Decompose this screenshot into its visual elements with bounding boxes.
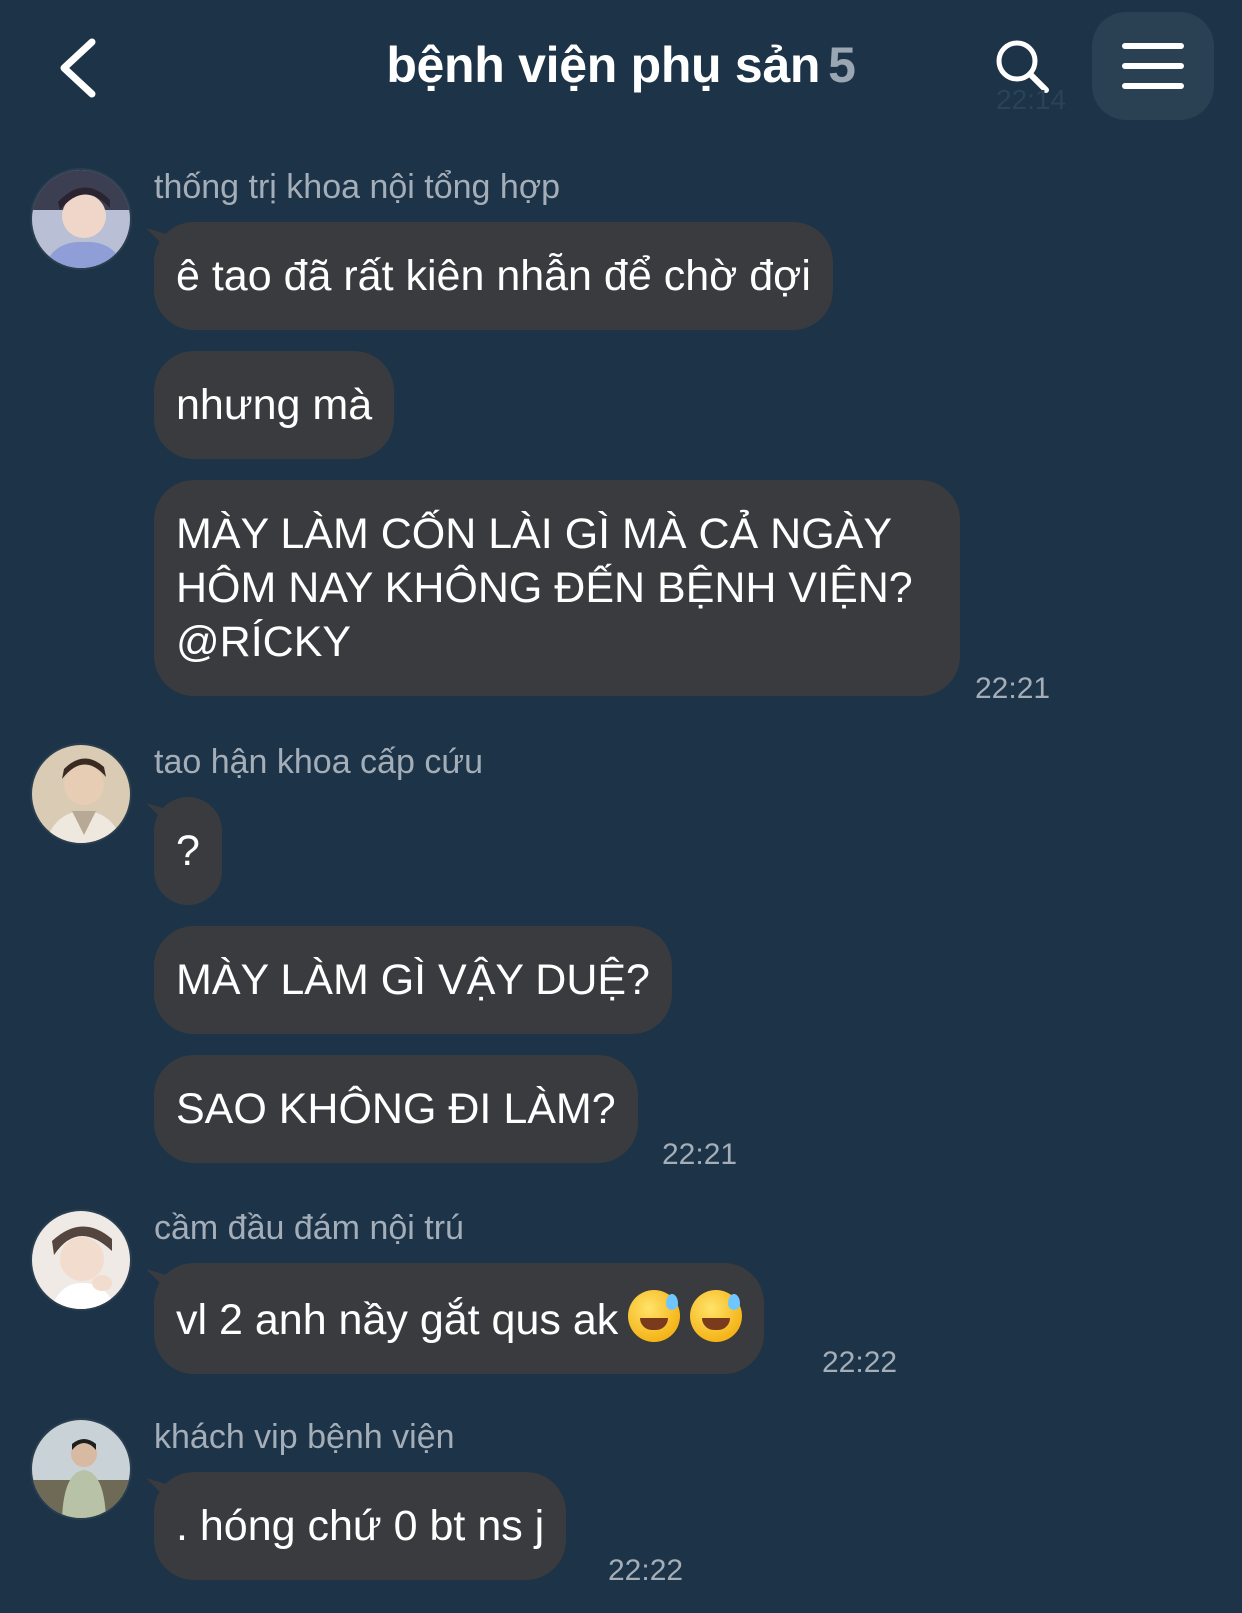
message-timestamp: 22:21	[662, 1138, 738, 1171]
sweat-smile-emoji	[628, 1290, 681, 1342]
message-text: . hóng chứ 0 bt ns j	[176, 1502, 545, 1550]
message-mention[interactable]: @RÍCKY	[176, 615, 938, 669]
message-text: MÀY LÀM GÌ VẬY DUỆ?	[176, 956, 650, 1004]
message-bubble[interactable]: ?	[154, 797, 222, 905]
sender-name: tao hận khoa cấp cứu	[154, 743, 483, 781]
message-timestamp: 22:21	[975, 672, 1051, 705]
message-text: nhưng mà	[176, 381, 373, 429]
menu-button[interactable]	[1092, 12, 1214, 120]
hamburger-menu-icon	[1122, 43, 1184, 89]
message-bubble[interactable]: MÀY LÀM GÌ VẬY DUỆ?	[154, 926, 672, 1034]
sender-name: cầm đầu đám nội trú	[154, 1209, 464, 1247]
message-text: ?	[176, 827, 200, 875]
message-bubble[interactable]: SAO KHÔNG ĐI LÀM?	[154, 1055, 638, 1163]
message-text: SAO KHÔNG ĐI LÀM?	[176, 1085, 616, 1133]
message-bubble[interactable]: MÀY LÀM CỐN LÀI GÌ MÀ CẢ NGÀY HÔM NAY KH…	[154, 480, 960, 696]
message-timestamp: 22:22	[822, 1346, 898, 1379]
chat-header: bệnh viện phụ sản 5 22:14	[0, 0, 1242, 140]
sender-name: thống trị khoa nội tổng hợp	[154, 168, 561, 206]
ghost-timestamp: 22:14	[996, 84, 1067, 115]
message-bubble[interactable]: vl 2 anh nầy gắt qus ak	[154, 1263, 765, 1374]
message-timestamp: 22:22	[608, 1554, 684, 1587]
message-bubble[interactable]: . hóng chứ 0 bt ns j	[154, 1472, 567, 1580]
sweat-smile-emoji	[690, 1290, 743, 1342]
message-text: MÀY LÀM CỐN LÀI GÌ MÀ CẢ NGÀY	[176, 510, 893, 558]
message-bubble[interactable]: ê tao đã rất kiên nhẫn để chờ đợi	[154, 222, 833, 330]
message-text: ê tao đã rất kiên nhẫn để chờ đợi	[176, 252, 811, 300]
avatar[interactable]	[30, 1209, 132, 1311]
message-bubble[interactable]: nhưng mà	[154, 351, 395, 459]
avatar[interactable]	[30, 743, 132, 845]
group-name: bệnh viện phụ sản	[386, 37, 821, 93]
avatar[interactable]	[30, 1418, 132, 1520]
chat-screen: bệnh viện phụ sản 5 22:14 thống trị khoa…	[0, 0, 1242, 1613]
avatar[interactable]	[30, 168, 132, 270]
sender-name: khách vip bệnh viện	[154, 1418, 455, 1456]
message-text: HÔM NAY KHÔNG ĐẾN BỆNH VIỆN?	[176, 564, 913, 612]
message-text: vl 2 anh nầy gắt qus ak	[176, 1296, 619, 1344]
member-count: 5	[828, 37, 856, 93]
